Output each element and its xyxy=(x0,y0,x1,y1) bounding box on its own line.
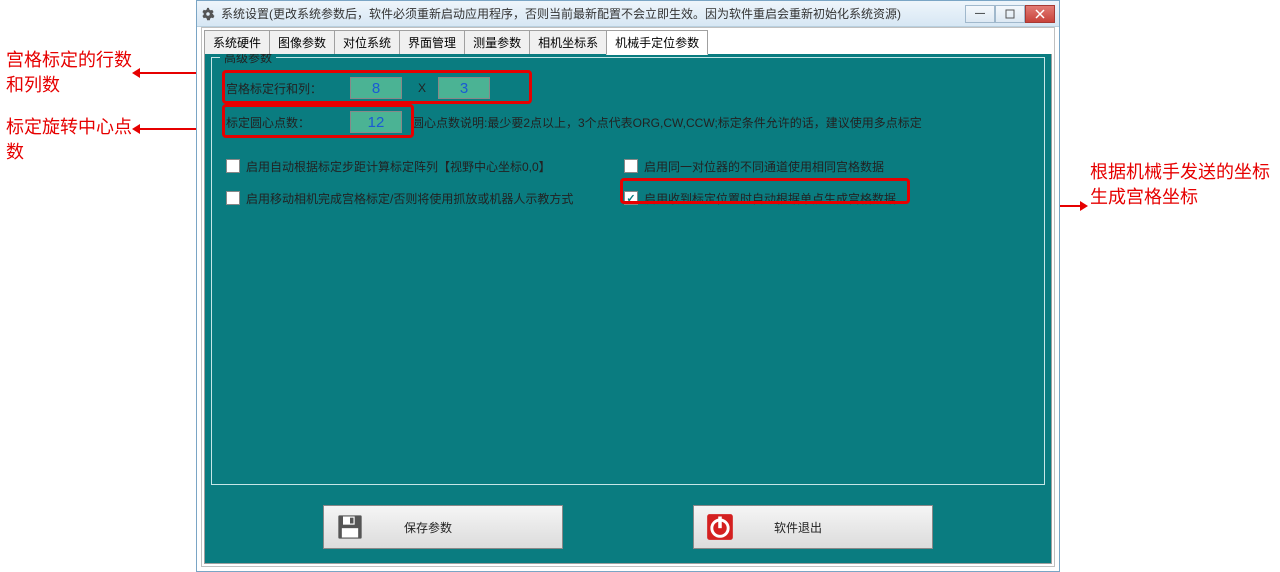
chk-auto-step[interactable] xyxy=(226,159,240,173)
tab-image-params[interactable]: 图像参数 xyxy=(269,30,335,54)
save-button-label: 保存参数 xyxy=(404,519,452,536)
annotation-grid: 宫格标定的行数和列数 xyxy=(6,48,136,98)
annotation-autogen: 根据机械手发送的坐标生成宫格坐标 xyxy=(1090,160,1270,210)
tab-system-hardware[interactable]: 系统硬件 xyxy=(204,30,270,54)
row-chk4: 启用收到标定位置时自动根据单点生成宫格数据 xyxy=(624,186,896,210)
minimize-button[interactable]: — xyxy=(965,5,995,23)
row-chk2: 启用移动相机完成宫格标定/否则将使用抓放或机器人示教方式 xyxy=(226,186,573,210)
chk-same-grid[interactable] xyxy=(624,159,638,173)
tab-panel: 高级参数 宫格标定行和列： 8 X 3 标定圆心点数： 12 圆心点数说明:最少… xyxy=(204,50,1052,564)
exit-button[interactable]: 软件退出 xyxy=(693,505,933,549)
annotation-center: 标定旋转中心点数 xyxy=(6,115,136,165)
chk-auto-step-label: 启用自动根据标定步距计算标定阵列【视野中心坐标0,0】 xyxy=(246,158,551,175)
client-area: 系统硬件 图像参数 对位系统 界面管理 测量参数 相机坐标系 机械手定位参数 高… xyxy=(201,27,1055,567)
gear-icon xyxy=(201,7,215,21)
grid-x-label: X xyxy=(418,81,426,95)
grid-cols-input[interactable]: 3 xyxy=(438,77,490,99)
chk-move-camera[interactable] xyxy=(226,191,240,205)
chk-move-camera-label: 启用移动相机完成宫格标定/否则将使用抓放或机器人示教方式 xyxy=(246,190,573,207)
tab-robot-calib[interactable]: 机械手定位参数 xyxy=(606,30,708,55)
tab-ui-mgmt[interactable]: 界面管理 xyxy=(399,30,465,54)
settings-window: 系统设置(更改系统参数后，软件必须重新启动应用程序，否则当前最新配置不会立即生效… xyxy=(196,0,1060,572)
center-points-input[interactable]: 12 xyxy=(350,111,402,133)
row-chk1: 启用自动根据标定步距计算标定阵列【视野中心坐标0,0】 xyxy=(226,154,551,178)
arrow-icon xyxy=(140,128,200,130)
row-center: 标定圆心点数： 12 圆心点数说明:最少要2点以上，3个点代表ORG,CW,CC… xyxy=(226,110,922,134)
tabstrip: 系统硬件 图像参数 对位系统 界面管理 测量参数 相机坐标系 机械手定位参数 xyxy=(202,28,1054,54)
row-chk3: 启用同一对位器的不同通道使用相同宫格数据 xyxy=(624,154,884,178)
chk-autogen-grid-label: 启用收到标定位置时自动根据单点生成宫格数据 xyxy=(644,190,896,207)
chk-autogen-grid[interactable] xyxy=(624,191,638,205)
grid-rows-input[interactable]: 8 xyxy=(350,77,402,99)
titlebar: 系统设置(更改系统参数后，软件必须重新启动应用程序，否则当前最新配置不会立即生效… xyxy=(197,1,1059,27)
center-note: 圆心点数说明:最少要2点以上，3个点代表ORG,CW,CCW;标定条件允许的话，… xyxy=(412,114,922,131)
advanced-params-group: 高级参数 宫格标定行和列： 8 X 3 标定圆心点数： 12 圆心点数说明:最少… xyxy=(211,57,1045,485)
power-icon xyxy=(706,513,734,541)
maximize-button[interactable] xyxy=(995,5,1025,23)
tab-camera-coords[interactable]: 相机坐标系 xyxy=(529,30,607,54)
chk-same-grid-label: 启用同一对位器的不同通道使用相同宫格数据 xyxy=(644,158,884,175)
window-title: 系统设置(更改系统参数后，软件必须重新启动应用程序，否则当前最新配置不会立即生效… xyxy=(221,5,965,22)
save-button[interactable]: 保存参数 xyxy=(323,505,563,549)
save-icon xyxy=(336,513,364,541)
tab-measure[interactable]: 测量参数 xyxy=(464,30,530,54)
window-controls: — xyxy=(965,5,1055,23)
grid-label: 宫格标定行和列： xyxy=(226,80,346,97)
exit-button-label: 软件退出 xyxy=(774,519,822,536)
row-grid: 宫格标定行和列： 8 X 3 xyxy=(226,76,494,100)
close-button[interactable] xyxy=(1025,5,1055,23)
center-label: 标定圆心点数： xyxy=(226,114,346,131)
button-bar: 保存参数 软件退出 xyxy=(205,505,1051,549)
tab-alignment[interactable]: 对位系统 xyxy=(334,30,400,54)
arrow-icon xyxy=(140,72,200,74)
